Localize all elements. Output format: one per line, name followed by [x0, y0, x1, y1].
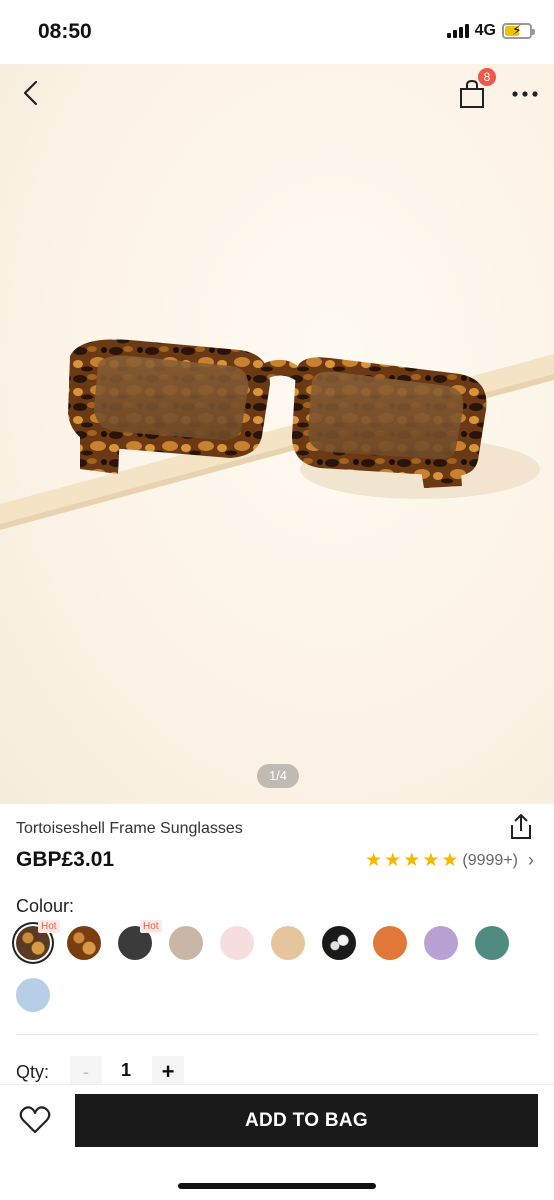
product-image-gallery[interactable]: 8 1/4 [0, 64, 554, 804]
star-icon: ★ [365, 849, 383, 871]
network-label: 4G [474, 22, 496, 39]
bag-count-badge: 8 [478, 68, 496, 86]
colour-swatch-tortoiseshell-dark[interactable]: Hot [16, 920, 60, 960]
share-icon[interactable] [506, 812, 536, 842]
quantity-label: Qty: [16, 1062, 50, 1082]
sunglasses-photo [0, 339, 554, 530]
battery-icon: ⚡ [502, 22, 535, 39]
home-indicator [178, 1183, 376, 1189]
quantity-value: 1 [120, 1060, 131, 1080]
colour-swatch-teal-green[interactable] [475, 926, 509, 960]
colour-swatch-black-white[interactable] [322, 926, 356, 960]
star-icon: ★ [422, 849, 440, 871]
star-icon: ★ [441, 849, 459, 871]
add-to-bag-button[interactable]: ADD TO BAG [75, 1094, 538, 1147]
heart-icon[interactable] [18, 1105, 52, 1135]
signal-icon [446, 24, 469, 38]
divider [16, 1034, 538, 1035]
colour-swatch-taupe[interactable] [169, 926, 203, 960]
colour-swatch-beige[interactable] [271, 926, 305, 960]
gallery-page-indicator: 1/4 [257, 764, 299, 788]
colour-swatch-orange[interactable] [373, 926, 407, 960]
hot-badge: Hot [140, 920, 162, 933]
status-time: 08:50 [38, 20, 92, 43]
star-icon: ★ [403, 849, 421, 871]
rating-count: (9999+) [462, 851, 518, 869]
more-options-icon[interactable] [510, 84, 540, 104]
product-price: GBP£3.01 [16, 848, 115, 871]
colour-swatch-tortoiseshell[interactable] [67, 926, 101, 960]
colour-label: Colour: [16, 896, 75, 916]
bottom-action-bar: ADD TO BAG [0, 1084, 554, 1200]
product-title: Tortoiseshell Frame Sunglasses [16, 820, 243, 837]
status-bar: 08:50 4G ⚡ [0, 0, 554, 64]
rating-summary[interactable]: ★ ★ ★ ★ ★ (9999+) › [365, 850, 534, 871]
colour-swatch-dark-grey[interactable]: Hot [118, 920, 162, 960]
colour-swatch-lilac[interactable] [424, 926, 458, 960]
colour-swatch-light-blue[interactable] [16, 978, 50, 1012]
chevron-right-icon: › [528, 850, 534, 870]
colour-swatch-pale-pink[interactable] [220, 926, 254, 960]
star-icon: ★ [384, 849, 402, 871]
back-icon[interactable] [16, 78, 46, 108]
status-indicators: 4G ⚡ [446, 22, 535, 40]
hot-badge: Hot [38, 920, 60, 933]
